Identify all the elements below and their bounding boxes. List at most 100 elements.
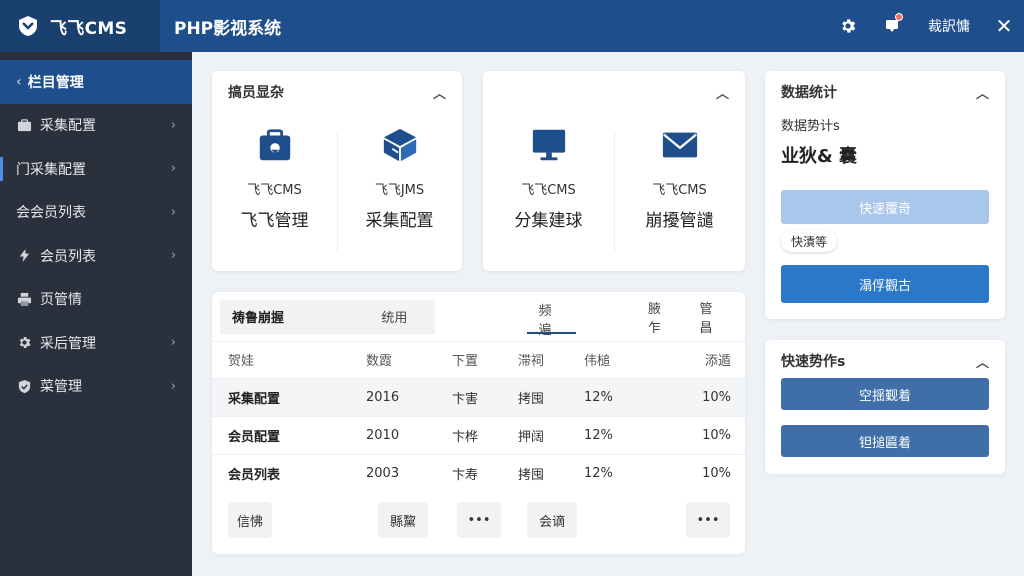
sidebar-item-member-list-2[interactable]: 会员列表 › <box>0 234 192 278</box>
action-button-1[interactable]: 信怫 <box>228 502 272 538</box>
shortcut-tile-mail-management[interactable]: 飞飞CMS 崩擾管譴 <box>614 113 745 263</box>
column-header[interactable]: 滞祠 <box>518 342 584 378</box>
table-cell: 12% <box>584 415 684 454</box>
sidebar-item-collect-config[interactable]: 采集配置 › <box>0 104 192 148</box>
table-cell: 12% <box>584 377 684 416</box>
brand-name: 飞飞CMS <box>50 18 128 39</box>
sidebar: ‹ 栏目管理 采集配置 › 门采集配置 › 会会员列表 › 会员列表 › 页管情… <box>0 52 192 576</box>
more-options-button[interactable]: ••• <box>457 502 501 538</box>
sidebar-item-menu-management[interactable]: 菜管理 › <box>0 365 192 409</box>
shortcut-tile-collect-config[interactable]: 飞飞JMS 采集配置 <box>337 113 462 263</box>
table-cell: 卞害 <box>452 377 518 416</box>
shortcut-tile-ffcms-management[interactable]: 飞飞CMS 飞飞管理 <box>212 113 337 263</box>
data-table: 贺娃 数霞 下置 滞祠 伟槌 添遁 采集配置 2016 卞害 拷囤 12% 10… <box>212 342 745 492</box>
sidebar-item-door-collect-config[interactable]: 门采集配置 › <box>0 147 192 191</box>
table-cell: 10% <box>684 377 745 416</box>
card-title: 快速势作s <box>781 354 846 370</box>
column-header[interactable]: 下置 <box>452 342 518 378</box>
quick-action-button-2[interactable]: 钽搥匾着 <box>781 425 989 457</box>
table-cell: 会员列表 <box>212 453 366 492</box>
brand-logo-icon <box>16 14 40 38</box>
column-header[interactable]: 伟槌 <box>584 342 684 378</box>
table-cell: 2010 <box>366 415 452 454</box>
table-cell: 10% <box>684 453 745 492</box>
table-cell: 10% <box>684 415 745 454</box>
notification-badge <box>895 13 903 21</box>
table-row[interactable]: 会员列表 2003 卞寿 拷囤 12% 10% <box>212 453 745 492</box>
collapse-chevron-icon[interactable]: ︿ <box>716 83 729 102</box>
sidebar-item-member-list-1[interactable]: 会会员列表 › <box>0 191 192 235</box>
tab-4[interactable]: 腋乍 <box>636 300 685 336</box>
table-row[interactable]: 采集配置 2016 卞害 拷囤 12% 10% <box>212 377 745 416</box>
tile-label: 崩擾管譴 <box>645 211 714 231</box>
collapse-chevron-icon[interactable]: ︿ <box>976 83 989 102</box>
sidebar-item-label: 栏目管理 <box>27 74 84 91</box>
top-bar: 飞飞CMS PHP影视系统 裁訳慵 ✕ <box>0 0 1024 52</box>
tile-label: 采集配置 <box>365 211 434 231</box>
action-button-3[interactable]: 会谪 <box>527 502 577 538</box>
table-header-row: 贺娃 数霞 下置 滞祠 伟槌 添遁 <box>212 342 745 378</box>
data-table-card: 祷鲁崩握 统用 频遍 腋乍 管昌 贺娃 数霞 下置 滞祠 伟槌 添遁 采集配置 … <box>212 292 745 554</box>
tab-5[interactable]: 管昌 <box>688 300 737 336</box>
tile-label: 飞飞管理 <box>240 211 309 231</box>
primary-action-button[interactable]: 溻俘觀古 <box>781 265 989 303</box>
chevron-right-icon: › <box>170 335 176 351</box>
shield-icon <box>16 378 32 394</box>
sidebar-item-label: 门采集配置 <box>16 161 86 178</box>
shortcut-tile-episode[interactable]: 飞飞CMS 分集建球 <box>483 113 614 263</box>
user-name[interactable]: 裁訳慵 <box>914 16 984 36</box>
tab-1[interactable]: 祷鲁崩握 <box>220 299 370 334</box>
table-cell: 会员配置 <box>212 415 366 454</box>
more-options-button[interactable]: ••• <box>686 502 730 538</box>
close-icon[interactable]: ✕ <box>984 0 1024 52</box>
table-row[interactable]: 会员配置 2010 卞桦 押阔 12% 10% <box>212 415 745 454</box>
action-button-2[interactable]: 縣黧 <box>378 502 428 538</box>
table-cell: 卞寿 <box>452 453 518 492</box>
notification-icon[interactable] <box>870 0 914 52</box>
quick-action-button-1[interactable]: 空揺觐着 <box>781 378 989 410</box>
sidebar-item-column-management[interactable]: ‹ 栏目管理 <box>0 60 192 104</box>
chevron-right-icon: › <box>170 161 176 177</box>
column-header[interactable]: 添遁 <box>684 342 745 378</box>
lock-bag-icon <box>255 125 295 165</box>
sidebar-item-label: 会员列表 <box>40 248 96 265</box>
table-cell: 押阔 <box>518 415 584 454</box>
quick-view-button[interactable]: 快速覆奇 <box>781 190 989 224</box>
printer-icon <box>16 291 32 307</box>
sidebar-item-label: 页管情 <box>40 292 82 309</box>
chevron-right-icon: › <box>170 204 176 220</box>
table-action-bar: 信怫 縣黧 ••• 会谪 ••• <box>212 488 745 554</box>
tab-3-active[interactable]: 频遍 <box>526 304 577 338</box>
stats-value: 业狄& 囊 <box>781 146 857 167</box>
sidebar-item-label: 会会员列表 <box>16 205 86 222</box>
sidebar-item-post-management[interactable]: 采后管理 › <box>0 321 192 365</box>
column-header[interactable]: 贺娃 <box>212 342 366 378</box>
chevron-right-icon: › <box>170 248 176 264</box>
chevron-right-icon: › <box>170 378 176 394</box>
table-cell: 2003 <box>366 453 452 492</box>
gear-icon <box>16 335 32 351</box>
quick-pill-button[interactable]: 快漬等 <box>781 230 838 252</box>
column-header[interactable]: 数霞 <box>366 342 452 378</box>
quick-actions-card: 快速势作s ︿ 空揺觐着 钽搥匾着 <box>765 340 1005 474</box>
tile-label: 分集建球 <box>514 211 583 231</box>
table-cell: 12% <box>584 453 684 492</box>
briefcase-icon <box>16 117 32 133</box>
shortcut-card-1: 搞员显杂 ︿ 飞飞CMS 飞飞管理 飞飞JMS 采集配置 <box>212 71 462 271</box>
sidebar-item-page-management[interactable]: 页管情 <box>0 278 192 322</box>
tab-2[interactable]: 统用 <box>369 299 435 334</box>
collapse-chevron-icon[interactable]: ︿ <box>976 352 989 371</box>
stats-subtitle: 数据势计s <box>781 119 840 134</box>
back-chevron-icon: ‹ <box>16 73 22 90</box>
collapse-chevron-icon[interactable]: ︿ <box>433 83 446 102</box>
system-title: PHP影视系统 <box>174 18 282 39</box>
brand[interactable]: 飞飞CMS <box>0 0 160 52</box>
table-cell: 2016 <box>366 377 452 416</box>
card-title: 搞员显杂 <box>228 85 284 101</box>
settings-gear-icon[interactable] <box>826 0 870 52</box>
table-cell: 采集配置 <box>212 377 366 416</box>
sidebar-item-label: 菜管理 <box>40 379 82 396</box>
table-cell: 拷囤 <box>518 377 584 416</box>
tile-caption: 飞飞CMS <box>521 183 576 198</box>
table-cell: 拷囤 <box>518 453 584 492</box>
